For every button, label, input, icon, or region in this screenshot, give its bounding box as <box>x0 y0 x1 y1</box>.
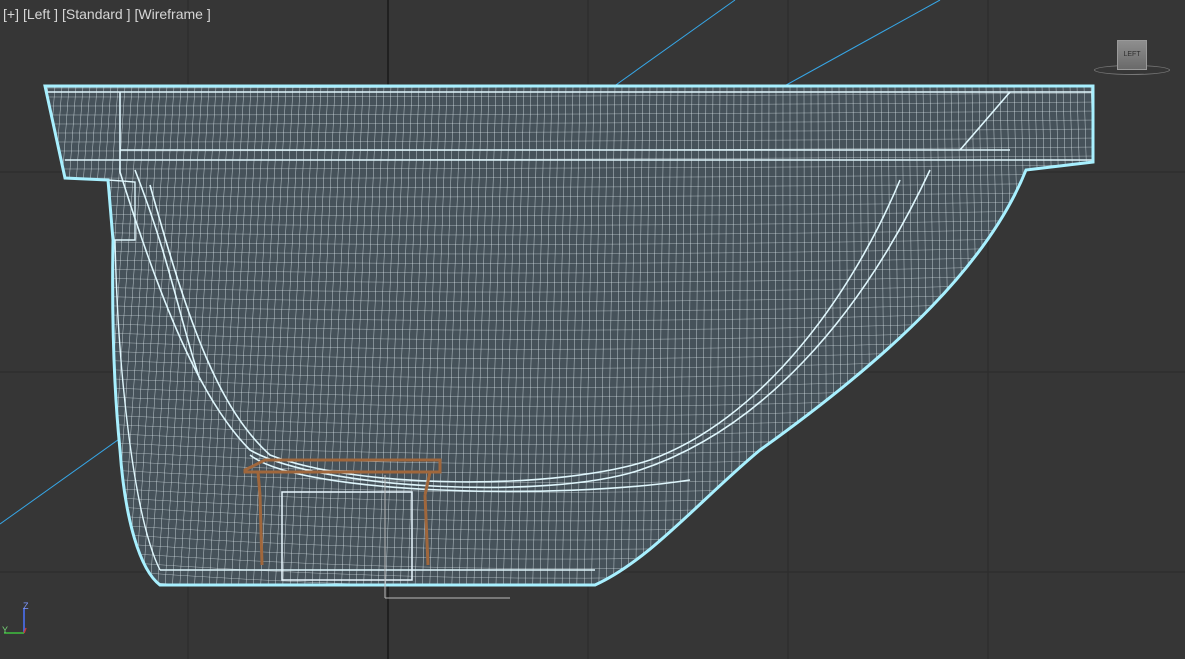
viewport-menu-plus[interactable]: [+] <box>3 6 19 22</box>
viewport-point-of-view[interactable]: [Left ] <box>23 6 58 22</box>
viewport-left-wireframe[interactable]: [+] [Left ] [Standard ] [Wireframe ] LEFT Z… <box>0 0 1185 659</box>
axis-label-y: Y <box>2 625 9 635</box>
viewport-label[interactable]: [+] [Left ] [Standard ] [Wireframe ] <box>3 6 215 22</box>
viewcube[interactable]: LEFT <box>1094 38 1174 78</box>
viewport-shading-standard[interactable]: [Standard ] <box>62 6 131 22</box>
axis-label-z: Z <box>23 601 29 611</box>
viewport-display-mode[interactable]: [Wireframe ] <box>135 6 211 22</box>
viewcube-face-left[interactable]: LEFT <box>1117 40 1147 70</box>
axis-tripod <box>4 608 27 634</box>
scene-canvas[interactable] <box>0 0 1185 659</box>
